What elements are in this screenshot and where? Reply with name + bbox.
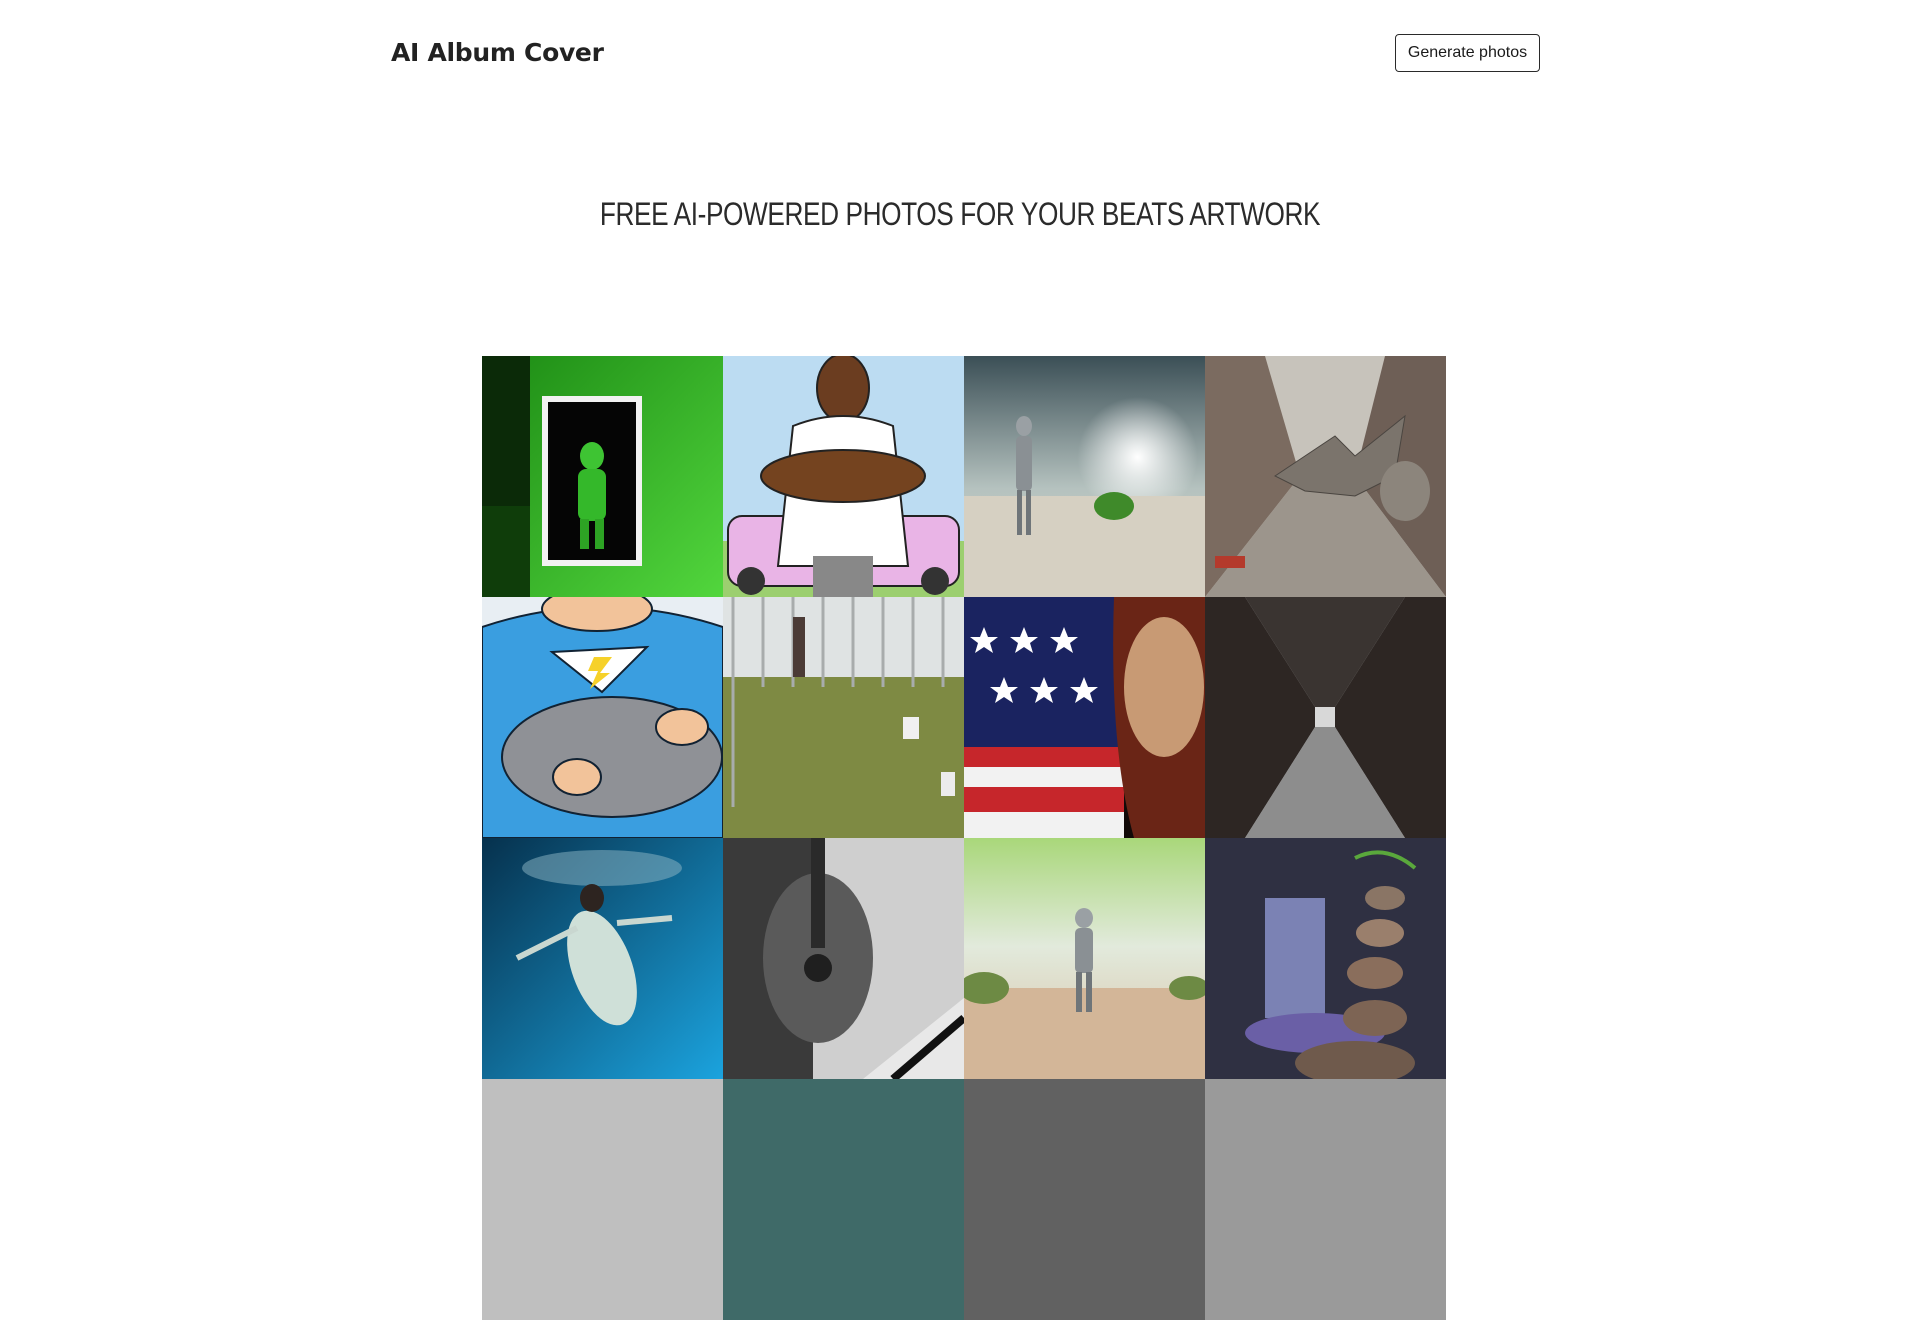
hero-title: FREE AI-POWERED PHOTOS FOR YOUR BEATS AR… <box>599 196 1321 232</box>
gallery-image-grass-fence[interactable] <box>723 597 964 838</box>
generate-photos-button[interactable]: Generate photos <box>1395 34 1540 72</box>
site-logo[interactable]: AI Album Cover <box>391 38 604 67</box>
gallery-image-hallway[interactable] <box>1205 597 1446 838</box>
gallery-image-green-figure[interactable] <box>482 356 723 597</box>
gallery-image-dragon-city[interactable] <box>1205 356 1446 597</box>
gallery-image-16[interactable] <box>1205 1079 1446 1320</box>
gallery-image-flag-woman[interactable] <box>964 597 1205 838</box>
gallery-image-guitar[interactable] <box>723 838 964 1079</box>
gallery-image-robot-dunes[interactable] <box>964 838 1205 1079</box>
gallery-image-13[interactable] <box>482 1079 723 1320</box>
gallery-image-stones-waterfall[interactable] <box>1205 838 1446 1079</box>
gallery-image-14[interactable] <box>723 1079 964 1320</box>
gallery-image-superhero-boulder[interactable] <box>482 597 723 838</box>
gallery-image-underwater[interactable] <box>482 838 723 1079</box>
gallery-image-robot-desert[interactable] <box>964 356 1205 597</box>
site-header: AI Album Cover Generate photos <box>0 0 1920 106</box>
photo-gallery <box>482 356 1446 1320</box>
gallery-image-15[interactable] <box>964 1079 1205 1320</box>
gallery-image-cartoon-man-car[interactable] <box>723 356 964 597</box>
